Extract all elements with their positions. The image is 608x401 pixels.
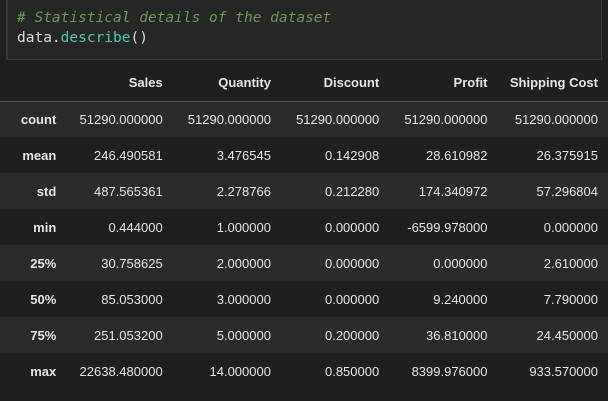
table-row: count 51290.000000 51290.000000 51290.00…: [0, 101, 608, 137]
table-cell: 51290.000000: [404, 111, 488, 127]
table-cell: 2.278766: [216, 183, 271, 199]
code-statement: data.describe(): [17, 30, 148, 46]
table-row: 75% 251.053200 5.000000 0.200000 36.8100…: [0, 317, 608, 353]
column-header-discount: Discount: [274, 65, 384, 102]
table-row: std 487.565361 2.278766 0.212280 174.340…: [0, 173, 608, 209]
code-parens: (): [130, 30, 148, 46]
notebook-view: # Statistical details of the dataset dat…: [0, 0, 608, 401]
table-cell: 0.000000: [324, 255, 380, 271]
row-index: 50%: [30, 291, 57, 307]
table-row: mean 246.490581 3.476545 0.142908 28.610…: [0, 137, 608, 173]
table-cell: 7.790000: [543, 291, 598, 307]
table-cell: 3.476545: [216, 147, 271, 163]
index-header: [0, 65, 61, 102]
row-index: std: [36, 183, 57, 199]
table-cell: 2.000000: [216, 255, 271, 271]
table-cell: 1.000000: [216, 219, 271, 235]
table-cell: 251.053200: [94, 327, 163, 343]
code-dot: .: [51, 30, 61, 46]
table-cell: 30.758625: [101, 255, 163, 271]
table-cell: 0.444000: [108, 219, 163, 235]
table-cell: -6599.978000: [407, 219, 488, 235]
table-cell: 174.340972: [418, 183, 488, 199]
row-index: count: [20, 111, 57, 127]
table-cell: 51290.000000: [514, 111, 598, 127]
code-method: describe: [60, 30, 131, 46]
table-header-row: Sales Quantity Discount Profit Shipping …: [0, 65, 608, 102]
table-cell: 0.212280: [324, 183, 380, 199]
describe-table: Sales Quantity Discount Profit Shipping …: [0, 65, 608, 389]
table-cell: 22638.480000: [79, 363, 163, 379]
table-row: min 0.444000 1.000000 0.000000 -6599.978…: [0, 209, 608, 245]
table-cell: 24.450000: [536, 327, 598, 343]
table-cell: 5.000000: [216, 327, 271, 343]
table-cell: 0.200000: [324, 327, 380, 343]
table-cell: 9.240000: [433, 291, 488, 307]
table-cell: 3.000000: [216, 291, 271, 307]
table-cell: 0.000000: [543, 219, 598, 235]
code-comment: # Statistical details of the dataset: [17, 10, 332, 26]
table-cell: 85.053000: [101, 291, 163, 307]
table-cell: 51290.000000: [79, 111, 163, 127]
table-cell: 8399.976000: [411, 363, 488, 379]
table-cell: 2.610000: [543, 255, 598, 271]
table-cell: 246.490581: [94, 147, 163, 163]
table-cell: 51290.000000: [296, 111, 380, 127]
row-index: max: [30, 363, 57, 379]
table-row: max 22638.480000 14.000000 0.850000 8399…: [0, 353, 608, 389]
column-header-profit: Profit: [383, 65, 492, 102]
table-cell: 487.565361: [94, 183, 163, 199]
table-row: 25% 30.758625 2.000000 0.000000 0.000000…: [0, 245, 608, 281]
table-cell: 57.296804: [536, 183, 598, 199]
table-cell: 14.000000: [209, 363, 271, 379]
table-cell: 0.850000: [324, 363, 380, 379]
table-cell: 26.375915: [536, 147, 598, 163]
row-index: min: [33, 219, 57, 235]
table-row: 50% 85.053000 3.000000 0.000000 9.240000…: [0, 281, 608, 317]
cell-output: Sales Quantity Discount Profit Shipping …: [0, 65, 608, 401]
row-index: 25%: [30, 255, 57, 271]
table-cell: 36.810000: [426, 327, 488, 343]
column-header-quantity: Quantity: [166, 65, 275, 102]
table-cell: 0.000000: [324, 219, 380, 235]
column-header-sales: Sales: [60, 65, 167, 102]
table-cell: 51290.000000: [187, 111, 271, 127]
row-index: 75%: [30, 327, 57, 343]
row-index: mean: [22, 147, 57, 163]
table-cell: 28.610982: [426, 147, 488, 163]
table-cell: 933.570000: [529, 363, 598, 379]
table-cell: 0.142908: [324, 147, 380, 163]
code-cell[interactable]: # Statistical details of the dataset dat…: [6, 0, 602, 60]
code-variable: data: [17, 30, 52, 46]
table-cell: 0.000000: [324, 291, 380, 307]
table-cell: 0.000000: [433, 255, 488, 271]
column-header-shipping-cost: Shipping Cost: [491, 65, 608, 102]
